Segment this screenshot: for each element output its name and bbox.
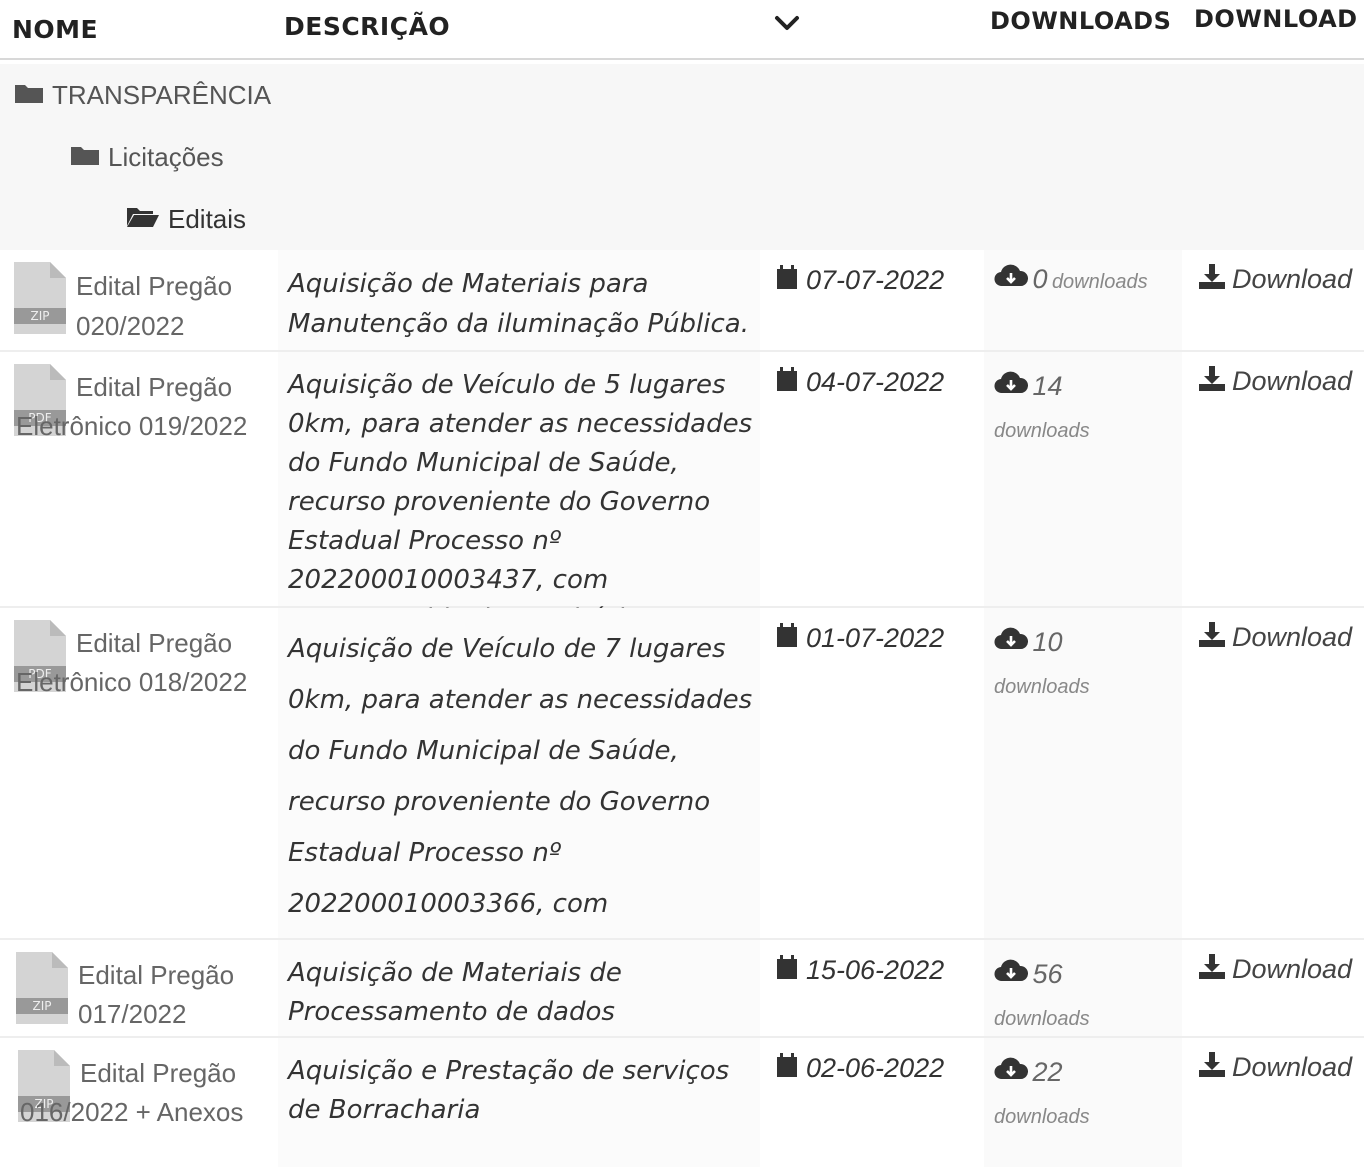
column-header-downloads[interactable]: DOWNLOADS (990, 7, 1171, 35)
table-row: ZIP Edital Pregão 020/2022 Aquisição de … (0, 250, 1364, 352)
zip-file-icon: ZIP (14, 262, 66, 334)
file-description: Aquisição de Veículo de 7 lugares 0km, p… (288, 634, 753, 970)
calendar-icon (776, 622, 798, 655)
download-link[interactable]: Download (1198, 262, 1352, 297)
download-icon (1198, 364, 1226, 399)
file-date: 01-07-2022 (806, 623, 945, 653)
download-count-label: downloads (1051, 271, 1148, 293)
folder-row-editais[interactable]: Editais (0, 188, 1364, 252)
file-description: Aquisição de Materiais para Manutenção d… (288, 269, 749, 339)
folder-icon (14, 80, 44, 111)
download-icon (1198, 1050, 1226, 1085)
folder-label: Licitações (108, 142, 224, 172)
download-count: 56 (1032, 959, 1063, 989)
download-count-label: downloads (994, 676, 1090, 698)
cloud-download-icon (994, 1057, 1029, 1085)
file-description: Aquisição e Prestação de serviços de Bor… (288, 1056, 730, 1125)
download-label: Download (1232, 622, 1353, 652)
chevron-down-icon[interactable] (772, 8, 802, 38)
download-icon (1198, 262, 1226, 297)
folder-icon (70, 142, 100, 173)
file-description: Aquisição de Materiais de Processamento … (288, 958, 622, 1027)
download-label: Download (1232, 264, 1353, 294)
download-count-label: downloads (994, 1008, 1090, 1030)
file-date: 15-06-2022 (806, 955, 945, 985)
download-count: 10 (1032, 627, 1063, 657)
folder-row-licitacoes[interactable]: Licitações (0, 126, 1364, 190)
download-count: 0 (1032, 264, 1048, 294)
calendar-icon (776, 366, 798, 399)
table-row: PDF Edital Pregão Eletrônico 019/2022 Aq… (0, 352, 1364, 634)
file-name-link[interactable]: Edital Pregão 016/2022 + Anexos (20, 1054, 270, 1132)
file-date: 02-06-2022 (806, 1053, 945, 1083)
download-icon (1198, 620, 1226, 655)
download-link[interactable]: Download (1198, 620, 1352, 655)
svg-text:ZIP: ZIP (31, 309, 50, 323)
calendar-icon (776, 264, 798, 297)
cloud-download-icon (994, 627, 1029, 655)
download-count: 14 (1032, 371, 1063, 401)
calendar-icon (776, 954, 798, 987)
file-name-link[interactable]: Edital Pregão 020/2022 (76, 266, 266, 346)
column-header-name[interactable]: NOME (12, 15, 98, 44)
svg-text:ZIP: ZIP (33, 999, 52, 1013)
file-name-link[interactable]: Edital Pregão 017/2022 (78, 956, 268, 1034)
folder-open-icon (126, 204, 160, 235)
table-header: NOME DESCRIÇÃO DOWNLOADS DOWNLOAD (0, 0, 1364, 60)
download-icon (1198, 952, 1226, 987)
download-link[interactable]: Download (1198, 364, 1352, 399)
download-count: 22 (1032, 1057, 1063, 1087)
download-label: Download (1232, 1052, 1353, 1082)
file-date: 04-07-2022 (806, 367, 945, 397)
folder-label: Editais (168, 204, 247, 234)
calendar-icon (776, 1052, 798, 1085)
file-date: 07-07-2022 (806, 265, 945, 295)
download-label: Download (1232, 366, 1353, 396)
download-link[interactable]: Download (1198, 1050, 1352, 1085)
table-row: PDF Edital Pregão Eletrônico 018/2022 Aq… (0, 608, 1364, 970)
table-row: ZIP Edital Pregão 017/2022 Aquisição de … (0, 940, 1364, 1038)
zip-file-icon: ZIP (16, 952, 68, 1024)
file-name-link[interactable]: Edital Pregão Eletrônico 019/2022 (16, 368, 266, 446)
cloud-download-icon (994, 371, 1029, 399)
folder-label: TRANSPARÊNCIA (52, 80, 272, 110)
cloud-download-icon (994, 264, 1029, 292)
column-header-download[interactable]: DOWNLOAD (1194, 5, 1358, 33)
cloud-download-icon (994, 959, 1029, 987)
column-header-description[interactable]: DESCRIÇÃO (284, 12, 450, 41)
download-link[interactable]: Download (1198, 952, 1352, 987)
table-row: ZIP Edital Pregão 016/2022 + Anexos Aqui… (0, 1038, 1364, 1167)
download-label: Download (1232, 954, 1353, 984)
file-description: Aquisição de Veículo de 5 lugares 0km, p… (288, 370, 753, 634)
download-count-label: downloads (994, 1106, 1090, 1128)
folder-row-transparencia[interactable]: TRANSPARÊNCIA (0, 64, 1364, 128)
file-name-link[interactable]: Edital Pregão Eletrônico 018/2022 (16, 624, 266, 702)
download-count-label: downloads (994, 420, 1090, 442)
